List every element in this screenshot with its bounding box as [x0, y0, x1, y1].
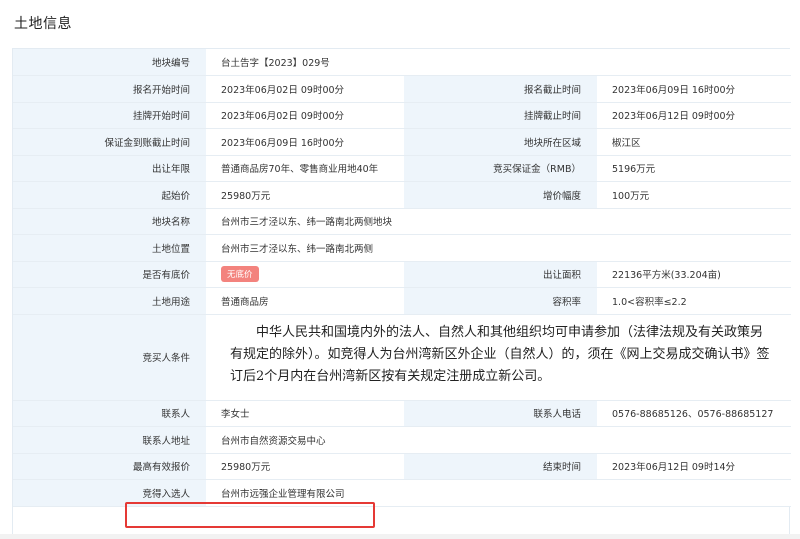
row-contact: 联系人 李女士 联系人电话 0576-88685126、0576-8868512…	[13, 400, 792, 427]
listing-end-value: 2023年06月12日 09时00分	[597, 102, 792, 129]
signup-start-value: 2023年06月02日 09时00分	[206, 75, 404, 103]
area-label: 出让面积	[404, 261, 597, 288]
land-info-table: 地块编号 台土告字【2023】029号 报名开始时间 2023年06月02日 0…	[13, 49, 792, 507]
row-reserve: 是否有底价 无底价 出让面积 22136平方米(33.204亩)	[13, 261, 792, 288]
listing-start-value: 2023年06月02日 09时00分	[206, 102, 404, 129]
row-term: 出让年限 普通商品房70年、零售商业用地40年 竞买保证金（RMB） 5196万…	[13, 155, 792, 182]
winner-label: 竞得入选人	[13, 479, 206, 507]
district-value: 椒江区	[597, 128, 792, 156]
reserve-badge: 无底价	[221, 266, 259, 283]
far-label: 容积率	[404, 287, 597, 315]
contact-value: 李女士	[206, 400, 404, 427]
signup-start-label: 报名开始时间	[13, 75, 206, 103]
row-result: 最高有效报价 25980万元 结束时间 2023年06月12日 09时14分	[13, 453, 792, 480]
end-time-label: 结束时间	[404, 453, 597, 480]
increment-label: 增价幅度	[404, 181, 597, 209]
plot-no-label: 地块编号	[13, 49, 206, 76]
phone-value: 0576-88685126、0576-88685127	[597, 400, 792, 427]
start-price-label: 起始价	[13, 181, 206, 209]
land-info-table-wrapper: 地块编号 台土告字【2023】029号 报名开始时间 2023年06月02日 0…	[12, 48, 792, 537]
row-plot-name: 地块名称 台州市三才泾以东、纬一路南北两侧地块	[13, 208, 792, 235]
max-bid-value: 25980万元	[206, 453, 404, 480]
row-address: 联系人地址 台州市自然资源交易中心	[13, 426, 792, 454]
row-usage: 土地用途 普通商品房 容积率 1.0<容积率≤2.2	[13, 287, 792, 315]
address-value: 台州市自然资源交易中心	[206, 426, 792, 454]
plot-name-label: 地块名称	[13, 208, 206, 235]
term-value: 普通商品房70年、零售商业用地40年	[206, 155, 404, 182]
district-label: 地块所在区域	[404, 128, 597, 156]
listing-end-label: 挂牌截止时间	[404, 102, 597, 129]
row-listing: 挂牌开始时间 2023年06月02日 09时00分 挂牌截止时间 2023年06…	[13, 102, 792, 129]
usage-value: 普通商品房	[206, 287, 404, 315]
increment-value: 100万元	[597, 181, 792, 209]
deposit-deadline-value: 2023年06月09日 16时00分	[206, 128, 404, 156]
row-deposit-deadline: 保证金到账截止时间 2023年06月09日 16时00分 地块所在区域 椒江区	[13, 128, 792, 156]
deposit-deadline-label: 保证金到账截止时间	[13, 128, 206, 156]
row-signup: 报名开始时间 2023年06月02日 09时00分 报名截止时间 2023年06…	[13, 75, 792, 103]
row-winner: 竞得入选人 台州市远强企业管理有限公司	[13, 479, 792, 507]
row-plot-no: 地块编号 台土告字【2023】029号	[13, 49, 792, 76]
reserve-cell: 无底价	[206, 261, 404, 288]
max-bid-label: 最高有效报价	[13, 453, 206, 480]
conditions-label: 竞买人条件	[13, 314, 206, 401]
page-title: 土地信息	[14, 16, 72, 32]
plot-no-value: 台土告字【2023】029号	[206, 49, 792, 76]
address-label: 联系人地址	[13, 426, 206, 454]
contact-label: 联系人	[13, 400, 206, 427]
row-location: 土地位置 台州市三才泾以东、纬一路南北两侧	[13, 234, 792, 262]
winner-value: 台州市远强企业管理有限公司	[206, 479, 792, 507]
signup-end-value: 2023年06月09日 16时00分	[597, 75, 792, 103]
far-value: 1.0<容积率≤2.2	[597, 287, 792, 315]
signup-end-label: 报名截止时间	[404, 75, 597, 103]
location-value: 台州市三才泾以东、纬一路南北两侧	[206, 234, 792, 262]
listing-start-label: 挂牌开始时间	[13, 102, 206, 129]
start-price-value: 25980万元	[206, 181, 404, 209]
location-label: 土地位置	[13, 234, 206, 262]
plot-name-value: 台州市三才泾以东、纬一路南北两侧地块	[206, 208, 792, 235]
phone-label: 联系人电话	[404, 400, 597, 427]
row-conditions: 竞买人条件 中华人民共和国境内外的法人、自然人和其他组织均可申请参加（法律法规及…	[13, 314, 792, 401]
reserve-label: 是否有底价	[13, 261, 206, 288]
usage-label: 土地用途	[13, 287, 206, 315]
row-price: 起始价 25980万元 增价幅度 100万元	[13, 181, 792, 209]
deposit-label: 竞买保证金（RMB）	[404, 155, 597, 182]
deposit-value: 5196万元	[597, 155, 792, 182]
area-value: 22136平方米(33.204亩)	[597, 261, 792, 288]
end-time-value: 2023年06月12日 09时14分	[597, 453, 792, 480]
conditions-text: 中华人民共和国境内外的法人、自然人和其他组织均可申请参加（法律法规及有关政策另有…	[206, 314, 792, 401]
bottom-divider	[0, 534, 800, 539]
term-label: 出让年限	[13, 155, 206, 182]
